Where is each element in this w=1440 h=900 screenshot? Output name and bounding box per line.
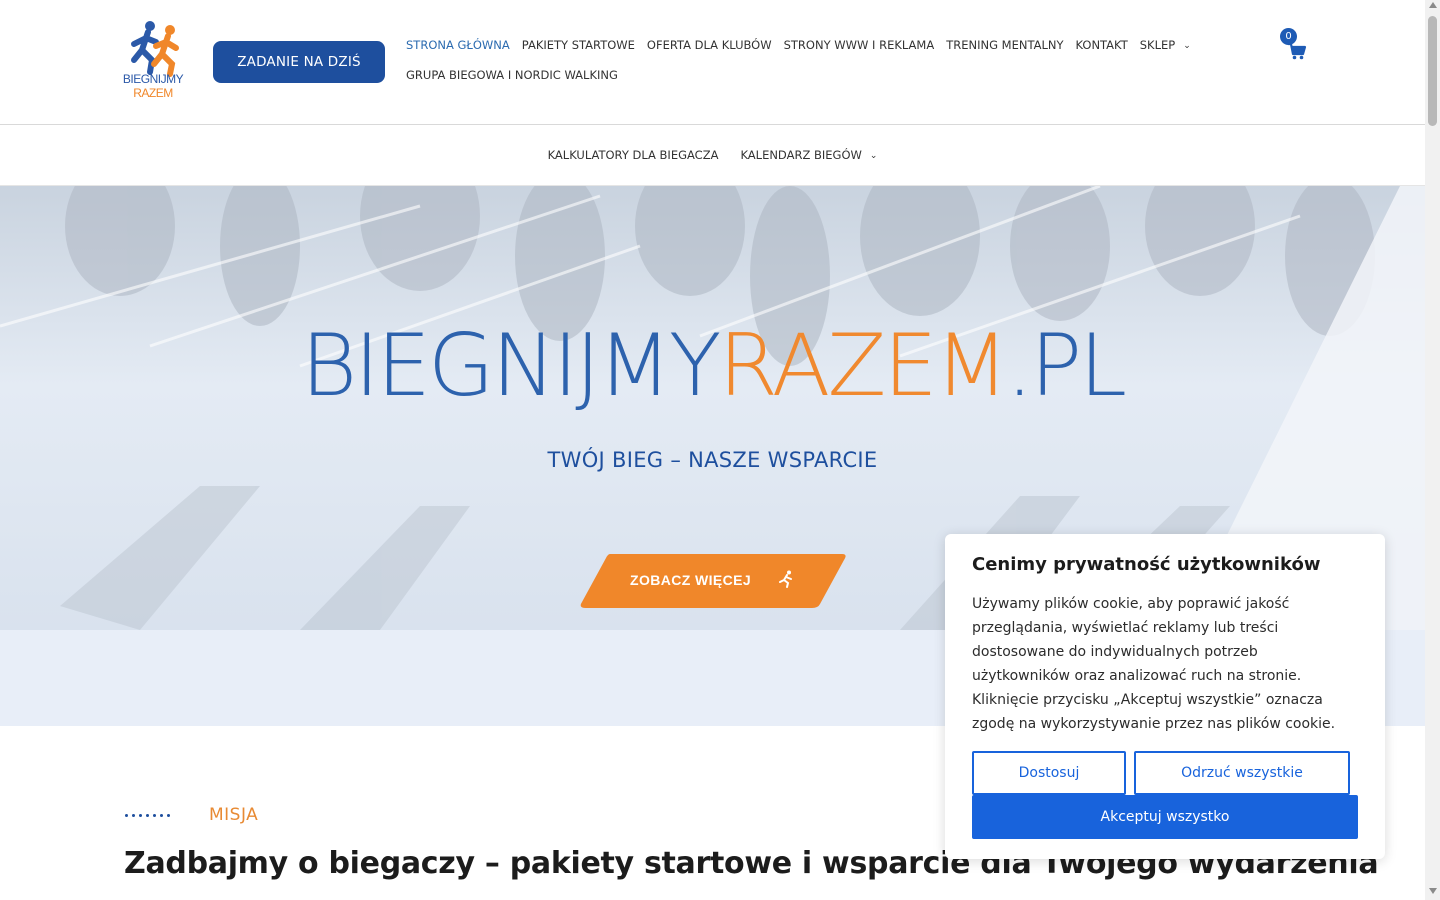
main-nav-row2: GRUPA BIEGOWA I NORDIC WALKING	[406, 60, 1226, 90]
nav-item-race-calendar-label: KALENDARZ BIEGÓW	[740, 148, 862, 162]
cookie-customize-button[interactable]: Dostosuj	[972, 751, 1126, 795]
cookie-reject-all-button[interactable]: Odrzuć wszystkie	[1134, 751, 1350, 795]
cookie-accept-all-button[interactable]: Akceptuj wszystko	[972, 795, 1358, 839]
cookie-title: Cenimy prywatność użytkowników	[972, 554, 1321, 575]
scrollbar-thumb[interactable]	[1428, 16, 1437, 126]
hero-title-part2: RAZEM	[718, 316, 1009, 416]
hero-title-part1: BIEGNIJMY	[300, 316, 721, 416]
nav-item-home[interactable]: STRONA GŁÓWNA	[406, 38, 510, 52]
see-more-button[interactable]: ZOBACZ WIĘCEJ	[580, 552, 846, 608]
see-more-button-label: ZOBACZ WIĘCEJ	[630, 572, 752, 588]
chevron-down-icon: ⌄	[1183, 41, 1191, 51]
main-nav-row1: STRONA GŁÓWNA PAKIETY STARTOWE OFERTA DL…	[406, 30, 1226, 60]
chevron-down-icon: ⌄	[869, 151, 878, 161]
nav-item-contact[interactable]: KONTAKT	[1075, 38, 1127, 52]
nav-item-race-calendar[interactable]: KALENDARZ BIEGÓW ⌄	[740, 148, 877, 162]
nav-item-calculators[interactable]: KALKULATORY DLA BIEGACZA	[548, 148, 719, 162]
nav-item-shop-label: SKLEP	[1139, 38, 1176, 52]
runner-icon	[779, 570, 792, 588]
logo-line1: BIEGNIJMY	[122, 72, 184, 86]
logo-line2: RAZEM	[133, 86, 173, 100]
mission-eyebrow: MISJA	[209, 805, 259, 825]
task-today-button[interactable]: ZADANIE NA DZIŚ	[213, 41, 385, 83]
scroll-down-arrow-icon[interactable]	[1429, 888, 1437, 894]
site-header: BIEGNIJMY RAZEM ZADANIE NA DZIŚ STRONA G…	[0, 0, 1425, 125]
nav-item-shop[interactable]: SKLEP ⌄	[1140, 38, 1191, 52]
eyebrow-dots	[125, 814, 170, 817]
hero-title: BIEGNIJMYRAZEM.PL	[0, 318, 1425, 414]
nav-item-running-group[interactable]: GRUPA BIEGOWA I NORDIC WALKING	[406, 68, 618, 82]
nav-item-start-packages[interactable]: PAKIETY STARTOWE	[522, 38, 635, 52]
cookie-body: Używamy plików cookie, aby poprawić jako…	[972, 596, 1336, 732]
nav-item-mental-training[interactable]: TRENING MENTALNY	[946, 38, 1063, 52]
secondary-nav: KALKULATORY DLA BIEGACZA KALENDARZ BIEGÓ…	[0, 125, 1425, 186]
nav-item-club-offer[interactable]: OFERTA DLA KLUBÓW	[647, 38, 772, 52]
cookie-consent-banner: Cenimy prywatność użytkowników Używamy p…	[945, 534, 1385, 859]
main-nav: STRONA GŁÓWNA PAKIETY STARTOWE OFERTA DL…	[406, 30, 1226, 90]
hero-subtitle: TWÓJ BIEG – NASZE WSPARCIE	[547, 448, 878, 472]
logo-text[interactable]: BIEGNIJMY RAZEM	[120, 72, 186, 100]
nav-item-websites-ads[interactable]: STRONY WWW I REKLAMA	[784, 38, 935, 52]
hero-title-part3: .PL	[1005, 316, 1127, 416]
page-scrollbar[interactable]	[1425, 0, 1440, 900]
scroll-up-arrow-icon[interactable]	[1429, 2, 1437, 8]
cart-icon[interactable]	[1287, 42, 1307, 60]
